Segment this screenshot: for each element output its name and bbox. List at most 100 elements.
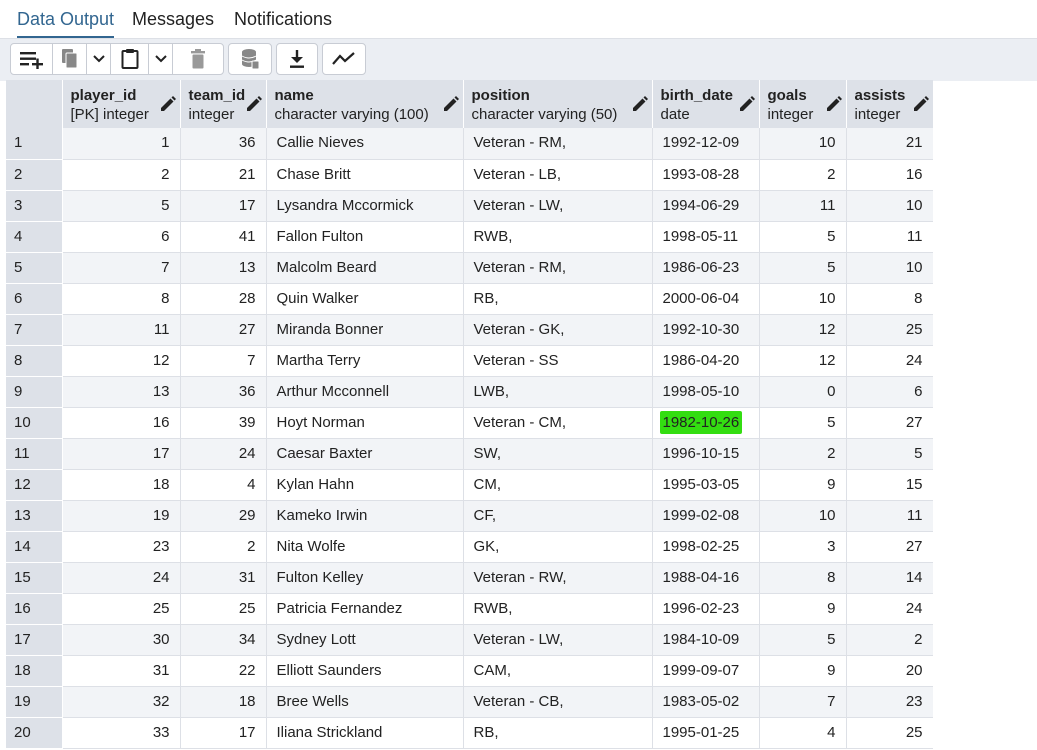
cell-position[interactable]: Veteran - CM,	[463, 407, 653, 439]
row-number-header[interactable]	[6, 80, 63, 128]
cell-goals[interactable]: 4	[759, 717, 847, 749]
cell-name[interactable]: Arthur Mcconnell	[266, 376, 464, 408]
cell-position[interactable]: Veteran - LW,	[463, 190, 653, 222]
cell-goals[interactable]: 9	[759, 593, 847, 625]
row-number[interactable]: 18	[6, 655, 63, 687]
cell-assists[interactable]: 27	[846, 407, 933, 439]
cell-team-id[interactable]: 41	[180, 221, 267, 253]
cell-goals[interactable]: 12	[759, 314, 847, 346]
add-row-button[interactable]	[11, 44, 53, 74]
cell-birth-date[interactable]: 1988-04-16	[652, 562, 760, 594]
cell-position[interactable]: Veteran - GK,	[463, 314, 653, 346]
cell-name[interactable]: Iliana Strickland	[266, 717, 464, 749]
column-header-player-id[interactable]: player_id [PK] integer	[62, 80, 181, 128]
cell-team-id[interactable]: 29	[180, 500, 267, 532]
cell-name[interactable]: Callie Nieves	[266, 128, 464, 160]
row-number[interactable]: 2	[6, 159, 63, 191]
cell-team-id[interactable]: 24	[180, 438, 267, 470]
tab-data-output[interactable]: Data Output	[17, 0, 115, 38]
cell-position[interactable]: CAM,	[463, 655, 653, 687]
row-number[interactable]: 9	[6, 376, 63, 408]
delete-button[interactable]	[173, 44, 223, 74]
table-row[interactable]: 13 19 29 Kameko Irwin CF, 1999-02-08 10 11	[6, 500, 933, 532]
table-row[interactable]: 10 16 39 Hoyt Norman Veteran - CM, 1982-10-26…	[6, 407, 933, 439]
cell-team-id[interactable]: 36	[180, 128, 267, 160]
cell-player-id[interactable]: 5	[62, 190, 181, 222]
cell-assists[interactable]: 16	[846, 159, 933, 191]
cell-team-id[interactable]: 22	[180, 655, 267, 687]
table-row[interactable]: 3 5 17 Lysandra Mccormick Veteran - LW, 1994-…	[6, 190, 933, 222]
cell-player-id[interactable]: 12	[62, 345, 181, 377]
cell-team-id[interactable]: 31	[180, 562, 267, 594]
cell-player-id[interactable]: 24	[62, 562, 181, 594]
table-row[interactable]: 16 25 25 Patricia Fernandez RWB, 1996-02-23 9 2…	[6, 593, 933, 625]
cell-name[interactable]: Kylan Hahn	[266, 469, 464, 501]
cell-assists[interactable]: 15	[846, 469, 933, 501]
cell-position[interactable]: RB,	[463, 717, 653, 749]
cell-birth-date[interactable]: 1992-10-30	[652, 314, 760, 346]
table-row[interactable]: 15 24 31 Fulton Kelley Veteran - RW, 1988-04-…	[6, 562, 933, 594]
data-grid[interactable]: player_id [PK] integer team_id integer n…	[6, 80, 933, 750]
cell-position[interactable]: RB,	[463, 283, 653, 315]
cell-name[interactable]: Nita Wolfe	[266, 531, 464, 563]
cell-player-id[interactable]: 17	[62, 438, 181, 470]
row-number[interactable]: 6	[6, 283, 63, 315]
cell-birth-date[interactable]: 1984-10-09	[652, 624, 760, 656]
table-row[interactable]: 18 31 22 Elliott Saunders CAM, 1999-09-07 9 20	[6, 655, 933, 687]
tab-notifications[interactable]: Notifications	[234, 0, 332, 38]
table-row[interactable]: 11 17 24 Caesar Baxter SW, 1996-10-15 2 5	[6, 438, 933, 470]
cell-goals[interactable]: 12	[759, 345, 847, 377]
cell-position[interactable]: Veteran - LW,	[463, 624, 653, 656]
cell-assists[interactable]: 23	[846, 686, 933, 718]
cell-birth-date[interactable]: 1995-01-25	[652, 717, 760, 749]
cell-name[interactable]: Fallon Fulton	[266, 221, 464, 253]
cell-goals[interactable]: 0	[759, 376, 847, 408]
cell-position[interactable]: RWB,	[463, 221, 653, 253]
row-number[interactable]: 11	[6, 438, 63, 470]
table-row[interactable]: 14 23 2 Nita Wolfe GK, 1998-02-25 3 27	[6, 531, 933, 563]
cell-goals[interactable]: 11	[759, 190, 847, 222]
cell-name[interactable]: Quin Walker	[266, 283, 464, 315]
cell-team-id[interactable]: 25	[180, 593, 267, 625]
table-row[interactable]: 17 30 34 Sydney Lott Veteran - LW, 1984-10-09…	[6, 624, 933, 656]
cell-name[interactable]: Martha Terry	[266, 345, 464, 377]
cell-player-id[interactable]: 32	[62, 686, 181, 718]
cell-team-id[interactable]: 18	[180, 686, 267, 718]
column-header-name[interactable]: name character varying (100)	[266, 80, 464, 128]
row-number[interactable]: 16	[6, 593, 63, 625]
cell-team-id[interactable]: 27	[180, 314, 267, 346]
cell-player-id[interactable]: 30	[62, 624, 181, 656]
cell-team-id[interactable]: 7	[180, 345, 267, 377]
cell-assists[interactable]: 2	[846, 624, 933, 656]
cell-player-id[interactable]: 2	[62, 159, 181, 191]
cell-name[interactable]: Patricia Fernandez	[266, 593, 464, 625]
row-number[interactable]: 20	[6, 717, 63, 749]
edit-pencil-icon[interactable]	[913, 96, 929, 116]
cell-goals[interactable]: 2	[759, 159, 847, 191]
edit-pencil-icon[interactable]	[246, 96, 262, 116]
cell-assists[interactable]: 24	[846, 345, 933, 377]
cell-team-id[interactable]: 17	[180, 717, 267, 749]
download-button[interactable]	[277, 44, 317, 74]
cell-player-id[interactable]: 25	[62, 593, 181, 625]
cell-birth-date[interactable]: 1998-05-11	[652, 221, 760, 253]
cell-assists[interactable]: 11	[846, 221, 933, 253]
cell-assists[interactable]: 5	[846, 438, 933, 470]
row-number[interactable]: 4	[6, 221, 63, 253]
cell-birth-date[interactable]: 1995-03-05	[652, 469, 760, 501]
cell-player-id[interactable]: 7	[62, 252, 181, 284]
row-number[interactable]: 13	[6, 500, 63, 532]
cell-birth-date[interactable]: 1996-02-23	[652, 593, 760, 625]
edit-pencil-icon[interactable]	[160, 96, 176, 116]
cell-goals[interactable]: 3	[759, 531, 847, 563]
cell-goals[interactable]: 7	[759, 686, 847, 718]
cell-birth-date[interactable]: 1998-02-25	[652, 531, 760, 563]
cell-player-id[interactable]: 1	[62, 128, 181, 160]
cell-name[interactable]: Elliott Saunders	[266, 655, 464, 687]
cell-goals[interactable]: 10	[759, 128, 847, 160]
row-number[interactable]: 14	[6, 531, 63, 563]
copy-button[interactable]	[53, 44, 87, 74]
cell-birth-date[interactable]: 1983-05-02	[652, 686, 760, 718]
cell-assists[interactable]: 11	[846, 500, 933, 532]
table-row[interactable]: 6 8 28 Quin Walker RB, 2000-06-04 10 8	[6, 283, 933, 315]
